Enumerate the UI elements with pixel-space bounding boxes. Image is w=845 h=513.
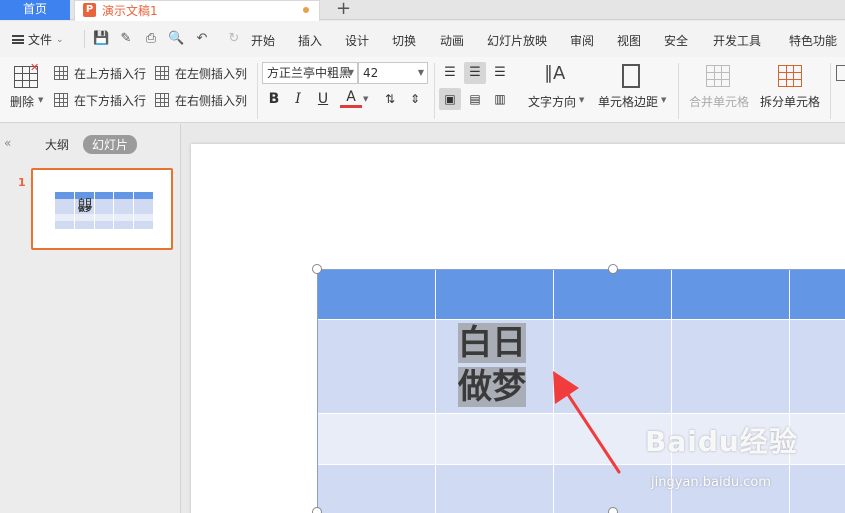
menu-item-animation[interactable]: 动画: [440, 32, 464, 49]
insert-left-label: 在左侧插入列: [175, 67, 248, 81]
menu-item-insert[interactable]: 插入: [298, 32, 322, 49]
cell-margin-button[interactable]: 单元格边距 ▼: [596, 61, 668, 117]
insert-right-button[interactable]: 在右侧插入列: [155, 91, 251, 109]
more-tools-icon[interactable]: [836, 65, 845, 81]
slide-thumbnail[interactable]: 白日做梦: [31, 168, 173, 250]
slide-panel: « 大纲 幻灯片 1 白日做梦: [0, 124, 181, 513]
align-top-icon[interactable]: ▣: [439, 88, 461, 110]
cell-margin-icon: [622, 64, 640, 88]
format-painter-icon[interactable]: ✎: [118, 31, 134, 47]
ribbon-toolbar: ✕ 删除 ▼ 在上方插入行 在下方插入行 在左侧插入列 在右侧插入列 方正兰亭中…: [0, 57, 845, 123]
caret-down-icon: ▼: [417, 68, 424, 77]
chevron-down-icon: ⌄: [56, 34, 64, 45]
align-right-icon[interactable]: ☰: [489, 62, 511, 84]
insert-right-label: 在右侧插入列: [175, 94, 248, 108]
save-icon[interactable]: 💾: [93, 31, 109, 47]
watermark-logo: Baidu经验: [645, 425, 798, 458]
menu-item-transition[interactable]: 切换: [392, 32, 416, 49]
font-size-value: 42: [363, 66, 379, 80]
align-center-icon[interactable]: ☰: [464, 62, 486, 84]
text-direction-icon: ∥A: [544, 63, 566, 84]
menu-bar: 文件 ⌄ 💾 ✎ ⎙ 🔍 ↶ ↻ 开始 插入 设计 切换 动画 幻灯片放映 审阅…: [0, 21, 845, 57]
menu-item-security[interactable]: 安全: [664, 32, 688, 49]
chevron-down-icon: ▼: [363, 95, 369, 103]
thumbnail-table: 白日做梦: [55, 192, 153, 232]
delete-label: 删除: [10, 95, 35, 109]
insert-above-label: 在上方插入行: [74, 67, 147, 81]
ribbon-divider: [434, 63, 435, 119]
line-spacing-icon[interactable]: ⇅: [379, 88, 401, 110]
text-direction-label: 文字方向: [528, 95, 577, 109]
menu-item-view[interactable]: 视图: [617, 32, 641, 49]
insert-row-below-icon: [54, 93, 68, 107]
new-tab-button[interactable]: +: [336, 0, 351, 19]
ribbon-divider: [830, 63, 831, 119]
document-title: 演示文稿1: [102, 4, 158, 18]
split-cells-button[interactable]: 拆分单元格: [758, 61, 824, 117]
tab-document[interactable]: P 演示文稿1: [74, 0, 320, 21]
file-menu-label: 文件: [28, 33, 53, 47]
align-bottom-icon[interactable]: ▥: [489, 88, 511, 110]
merge-cells-button[interactable]: 合并单元格: [686, 61, 752, 117]
menu-item-review[interactable]: 审阅: [570, 32, 594, 49]
insert-col-left-icon: [155, 66, 169, 80]
watermark-url: jingyan.baidu.com: [651, 475, 771, 490]
font-color-button[interactable]: A: [340, 88, 362, 108]
chevron-down-icon: ▼: [661, 96, 667, 104]
menu-item-developer[interactable]: 开发工具: [713, 32, 761, 49]
print-preview-icon[interactable]: 🔍: [168, 31, 184, 47]
hamburger-icon: [12, 35, 24, 44]
split-cells-label: 拆分单元格: [760, 95, 821, 109]
thumb-cell-text: 白日做梦: [78, 198, 92, 213]
menu-divider: [84, 30, 85, 48]
insert-above-button[interactable]: 在上方插入行: [54, 64, 150, 82]
menu-item-features[interactable]: 特色功能: [789, 32, 837, 49]
ribbon-divider: [257, 63, 258, 119]
font-size-select[interactable]: 42 ▼: [358, 62, 428, 84]
menu-item-slideshow[interactable]: 幻灯片放映: [487, 32, 547, 49]
paragraph-spacing-icon[interactable]: ⇕: [404, 88, 426, 110]
bold-button[interactable]: B: [263, 88, 285, 110]
delete-button[interactable]: ✕ 删除 ▼: [8, 61, 44, 115]
insert-below-button[interactable]: 在下方插入行: [54, 91, 150, 109]
italic-button[interactable]: I: [287, 88, 309, 110]
slide-editor: 白日 做梦 Baidu经验 jingyan.baidu.com: [182, 124, 845, 513]
tab-slides[interactable]: 幻灯片: [83, 135, 138, 154]
font-name-select[interactable]: 方正兰亭中粗黑 ▼: [262, 62, 358, 84]
chevron-down-icon: ▼: [579, 96, 585, 104]
text-direction-button[interactable]: ∥A 文字方向 ▼: [526, 61, 586, 117]
insert-row-above-icon: [54, 66, 68, 80]
insert-col-right-icon: [155, 93, 169, 107]
insert-below-label: 在下方插入行: [74, 94, 147, 108]
presentation-icon: P: [83, 3, 96, 17]
merge-cells-label: 合并单元格: [689, 95, 750, 109]
thumb-grid-lines: [55, 192, 153, 229]
slide-number: 1: [18, 176, 26, 189]
tab-outline[interactable]: 大纲: [45, 136, 69, 153]
align-left-icon[interactable]: ☰: [439, 62, 461, 84]
title-tab-bar: 首页 P 演示文稿1 +: [0, 0, 845, 21]
cell-margin-label: 单元格边距: [598, 95, 659, 109]
tab-home[interactable]: 首页: [0, 0, 70, 20]
align-middle-icon[interactable]: ▤: [464, 88, 486, 110]
delete-x-icon: ✕: [30, 61, 40, 74]
redo-icon[interactable]: ↻: [226, 31, 242, 47]
undo-icon[interactable]: ↶: [194, 31, 210, 47]
menu-item-design[interactable]: 设计: [345, 32, 369, 49]
font-name-value: 方正兰亭中粗黑: [267, 66, 352, 80]
file-menu[interactable]: 文件 ⌄: [12, 31, 64, 48]
split-cells-icon: [778, 65, 802, 87]
unsaved-dot-icon: [303, 7, 309, 13]
merge-cells-icon: [706, 65, 730, 87]
chevron-down-icon: ▼: [38, 96, 44, 104]
print-icon[interactable]: ⎙: [143, 31, 159, 47]
underline-button[interactable]: U: [312, 88, 334, 110]
insert-left-button[interactable]: 在左侧插入列: [155, 64, 251, 82]
collapse-panel-icon[interactable]: «: [4, 136, 11, 150]
menu-item-start[interactable]: 开始: [251, 32, 275, 49]
ribbon-divider: [678, 63, 679, 119]
caret-down-icon: ▼: [347, 68, 354, 77]
